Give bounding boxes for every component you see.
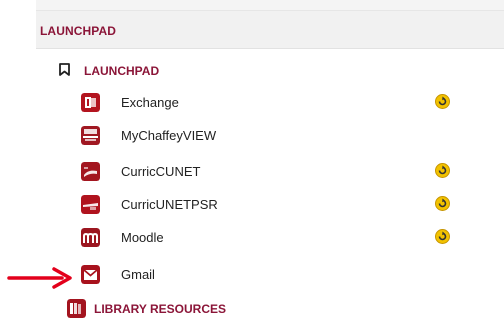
top-strip [36,0,504,10]
item-label: Moodle [121,230,164,245]
item-label: MyChaffeyVIEW [121,128,217,143]
launchpad-item-curriccunet[interactable]: CurricCUNET [36,156,504,186]
mychaffeyview-icon [81,126,100,145]
library-icon [67,299,86,318]
library-resources-title: LIBRARY RESOURCES [94,302,227,316]
curriccunet-icon [81,162,100,181]
item-label: CurricUNETPSR [121,197,218,212]
item-label: Exchange [121,95,179,110]
section-header-library-resources[interactable]: LIBRARY RESOURCES [36,293,504,323]
refresh-icon[interactable] [435,163,450,178]
item-label: CurricCUNET [121,164,201,179]
launchpad-subheader[interactable]: LAUNCHPAD [36,57,504,83]
exchange-icon [81,93,100,112]
bookmark-icon [59,63,70,76]
refresh-icon[interactable] [435,94,450,109]
launchpad-title: LAUNCHPAD [84,64,160,78]
section-header-launchpad[interactable]: LAUNCHPAD [36,11,504,49]
curricunetpsr-icon [81,195,100,214]
item-label: Gmail [121,267,155,282]
launchpad-panel: LAUNCHPAD LAUNCHPAD Exchange MyChaffeyVI… [36,0,504,324]
section-title: LAUNCHPAD [40,24,117,38]
launchpad-item-moodle[interactable]: Moodle [36,222,504,252]
gmail-icon [81,265,100,284]
annotation-arrow-icon [7,267,72,289]
launchpad-item-gmail[interactable]: Gmail [36,259,504,289]
launchpad-item-mychaffeyview[interactable]: MyChaffeyVIEW [36,120,504,150]
refresh-icon[interactable] [435,229,450,244]
launchpad-item-curricunetpsr[interactable]: CurricUNETPSR [36,189,504,219]
launchpad-item-exchange[interactable]: Exchange [36,87,504,117]
moodle-icon [81,228,100,247]
refresh-icon[interactable] [435,196,450,211]
